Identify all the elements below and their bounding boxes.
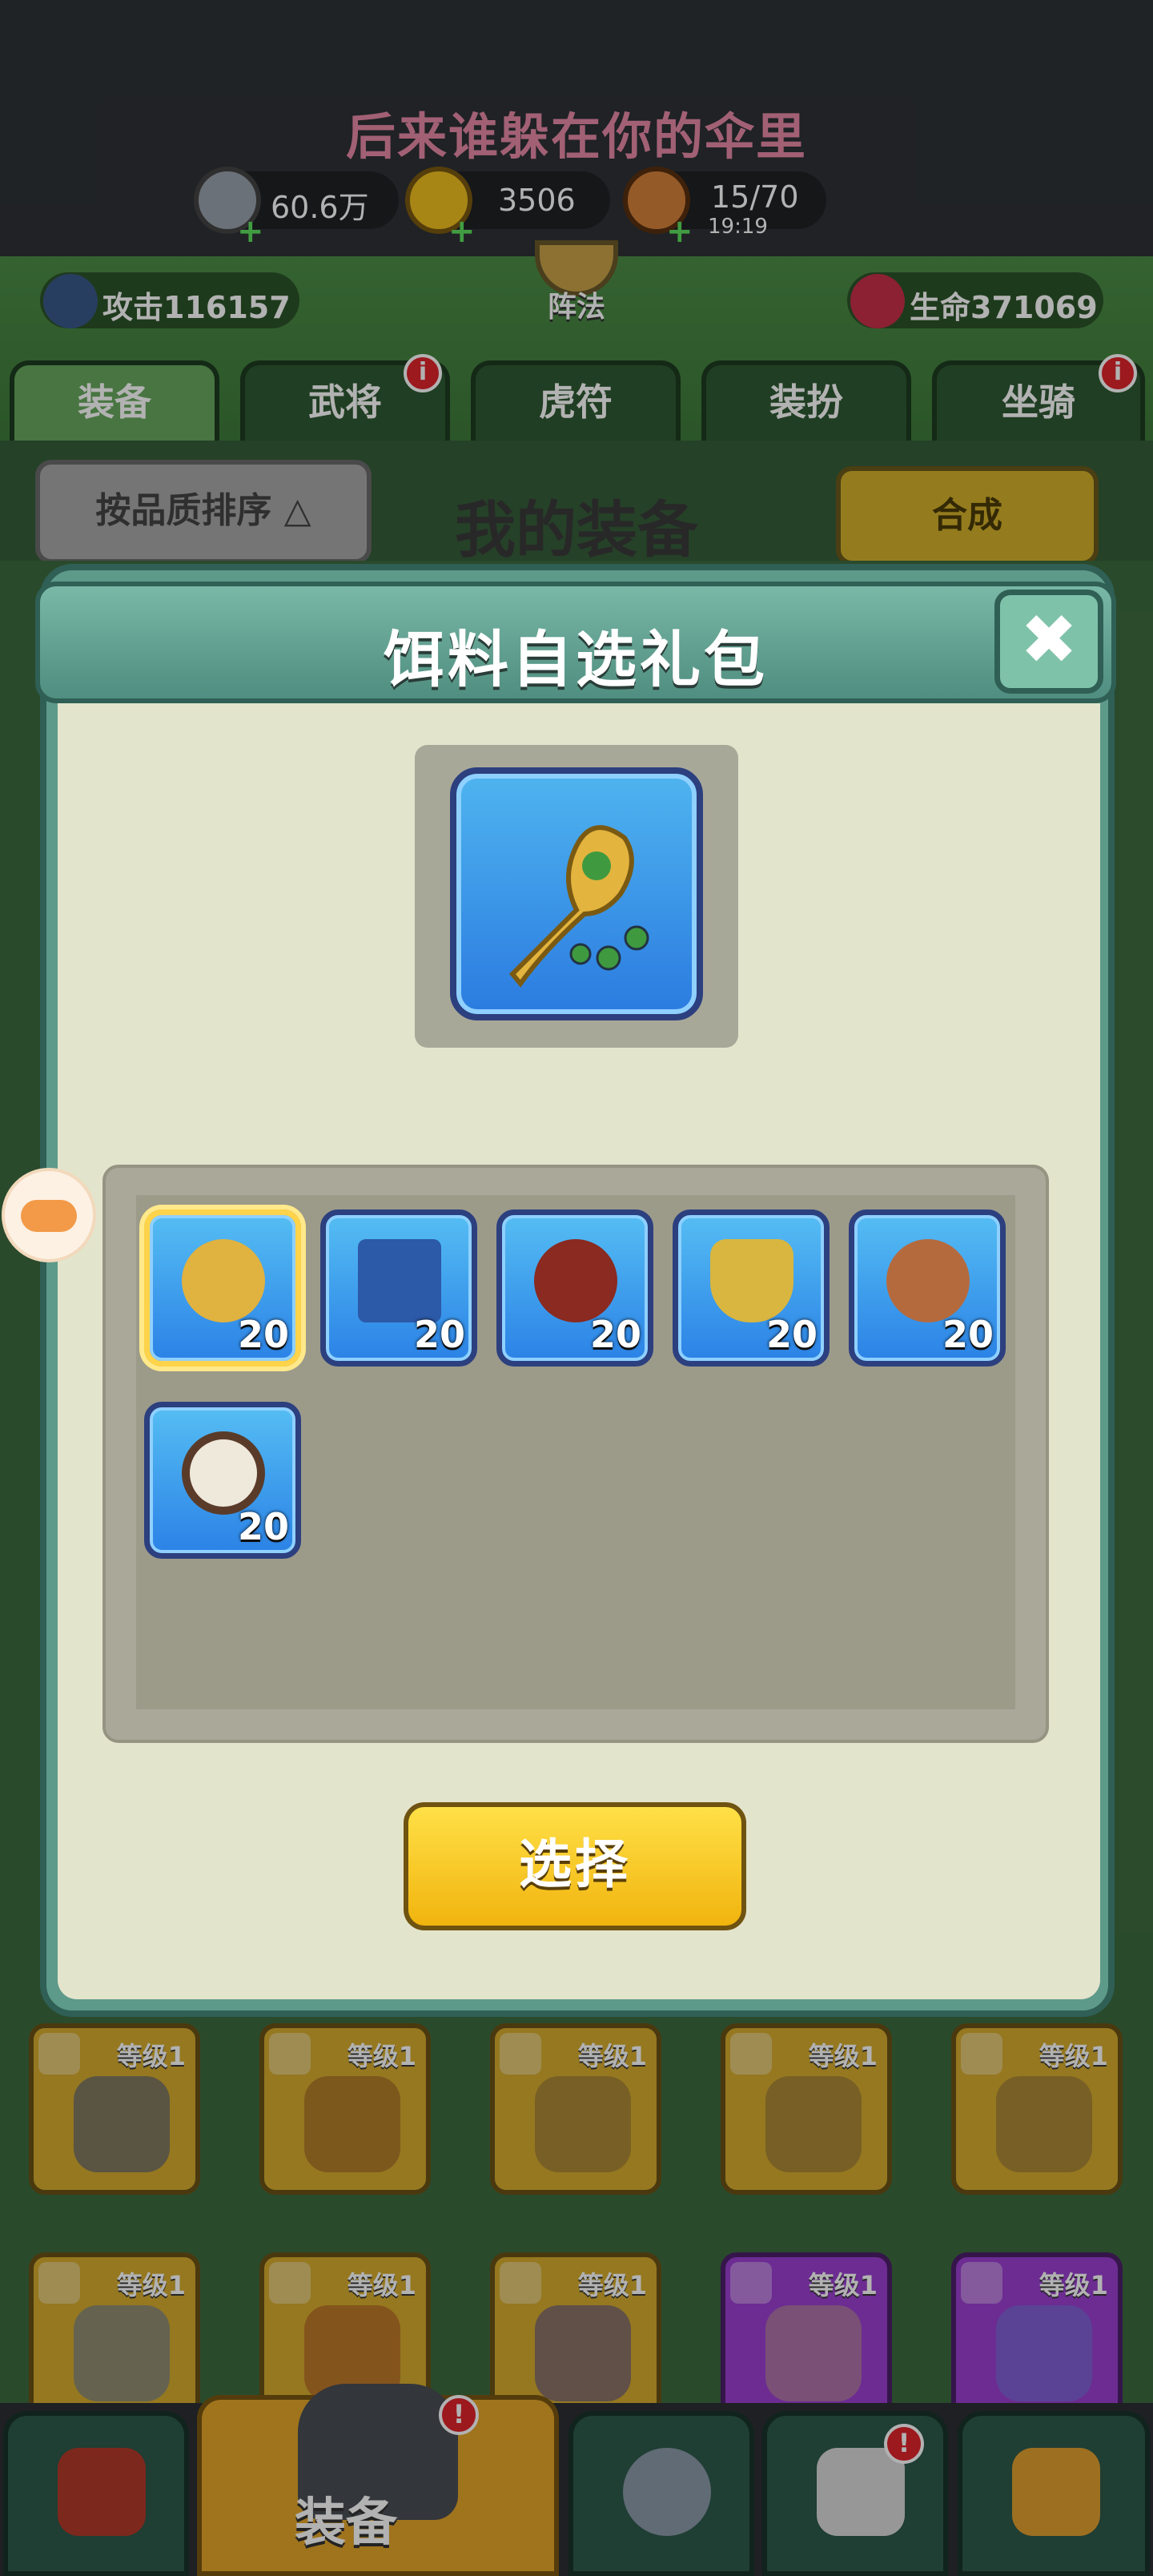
dialog-header: 饵料自选礼包: [35, 582, 1116, 703]
dialog-title: 饵料自选礼包: [384, 624, 768, 695]
bronze-cup-icon: [710, 1239, 793, 1322]
item-count: 20: [237, 1505, 289, 1548]
scepter-icon: [508, 825, 649, 988]
item-slot-plate[interactable]: 20: [849, 1210, 1006, 1366]
close-icon: ✖: [1019, 600, 1079, 680]
item-slot-book[interactable]: 20: [320, 1210, 477, 1366]
item-count: 20: [413, 1313, 465, 1356]
close-button[interactable]: ✖: [994, 590, 1103, 694]
item-count: 20: [589, 1313, 641, 1356]
scepter-icon: [182, 1239, 265, 1322]
item-slot-tea-leaf[interactable]: 20: [144, 1402, 301, 1559]
item-count: 20: [942, 1313, 994, 1356]
select-button[interactable]: 选择: [404, 1802, 746, 1930]
item-slot-scepter[interactable]: 20: [144, 1210, 301, 1366]
tea-leaf-icon: [182, 1431, 265, 1515]
item-count: 20: [237, 1313, 289, 1356]
wine-jar-icon: [534, 1239, 617, 1322]
floating-gamepad-button[interactable]: [2, 1168, 96, 1262]
preview-item: [450, 767, 703, 1020]
gamepad-icon: [21, 1200, 77, 1232]
item-slot-bronze-cup[interactable]: 20: [673, 1210, 830, 1366]
book-icon: [358, 1239, 441, 1322]
plate-icon: [886, 1239, 970, 1322]
item-slot-wine-jar[interactable]: 20: [496, 1210, 653, 1366]
item-count: 20: [765, 1313, 818, 1356]
